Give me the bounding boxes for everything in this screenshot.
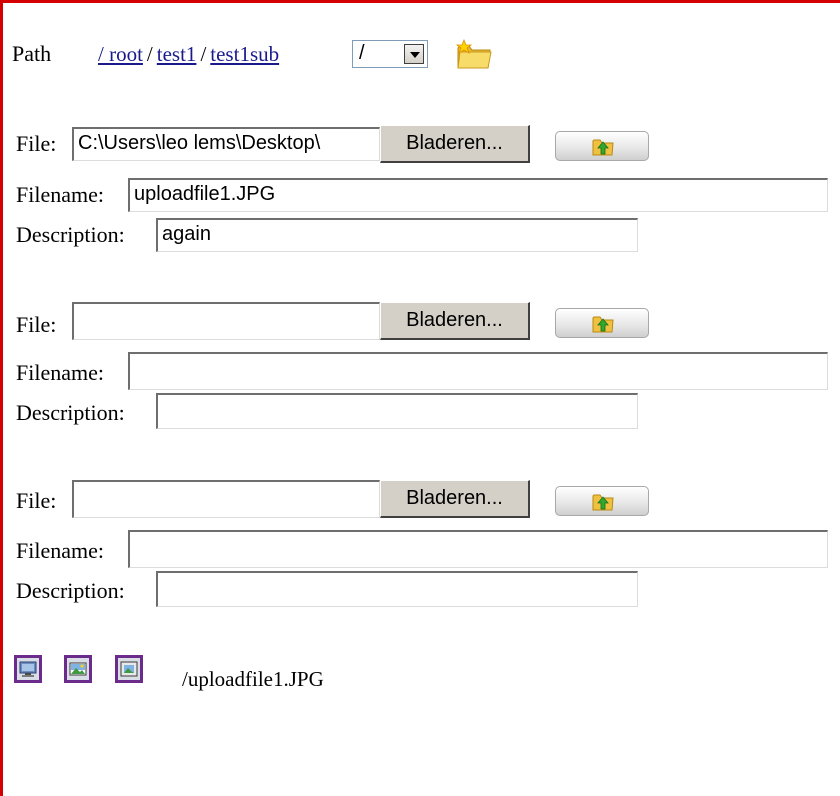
- monitor-icon[interactable]: [14, 655, 42, 683]
- filename-label: Filename:: [16, 182, 104, 207]
- filename-label: Filename:: [16, 538, 104, 563]
- browse-button[interactable]: Bladeren...: [380, 125, 530, 163]
- browse-button[interactable]: Bladeren...: [380, 480, 530, 518]
- description-input[interactable]: [156, 393, 638, 429]
- description-input[interactable]: again: [156, 218, 638, 252]
- chevron-down-icon[interactable]: [404, 44, 424, 64]
- file-label: File:: [16, 312, 57, 337]
- subfolder-select[interactable]: /: [352, 40, 428, 68]
- description-label: Description:: [16, 222, 125, 247]
- upload-button[interactable]: [555, 131, 649, 161]
- new-folder-icon[interactable]: [454, 36, 494, 72]
- image-frame-icon[interactable]: [115, 655, 143, 683]
- file-label: File:: [16, 488, 57, 513]
- file-input[interactable]: C:\Users\leo lems\Desktop\: [72, 127, 380, 161]
- breadcrumb-test1[interactable]: test1: [157, 42, 197, 66]
- file-label: File:: [16, 131, 57, 156]
- upload-folder-icon: [592, 494, 614, 511]
- description-label: Description:: [16, 400, 125, 425]
- uploaded-file-path: /uploadfile1.JPG: [182, 667, 324, 691]
- breadcrumb-separator: /: [200, 42, 207, 66]
- breadcrumb-separator: /: [146, 42, 153, 66]
- upload-folder-icon: [592, 316, 614, 333]
- subfolder-select-value: /: [359, 42, 365, 64]
- browse-button[interactable]: Bladeren...: [380, 302, 530, 340]
- description-input[interactable]: [156, 571, 638, 607]
- upload-button[interactable]: [555, 308, 649, 338]
- file-input[interactable]: [72, 302, 380, 340]
- path-label: Path: [12, 41, 52, 66]
- filename-label: Filename:: [16, 360, 104, 385]
- filename-input[interactable]: uploadfile1.JPG: [128, 178, 828, 212]
- breadcrumb: / root / test1 / test1sub: [98, 41, 279, 70]
- filename-input[interactable]: [128, 352, 828, 390]
- upload-folder-icon: [592, 139, 614, 156]
- description-label: Description:: [16, 578, 125, 603]
- breadcrumb-root[interactable]: / root: [98, 42, 143, 66]
- image-icon[interactable]: [64, 655, 92, 683]
- filename-input[interactable]: [128, 530, 828, 568]
- upload-button[interactable]: [555, 486, 649, 516]
- file-input[interactable]: [72, 480, 380, 518]
- breadcrumb-test1sub[interactable]: test1sub: [210, 42, 279, 66]
